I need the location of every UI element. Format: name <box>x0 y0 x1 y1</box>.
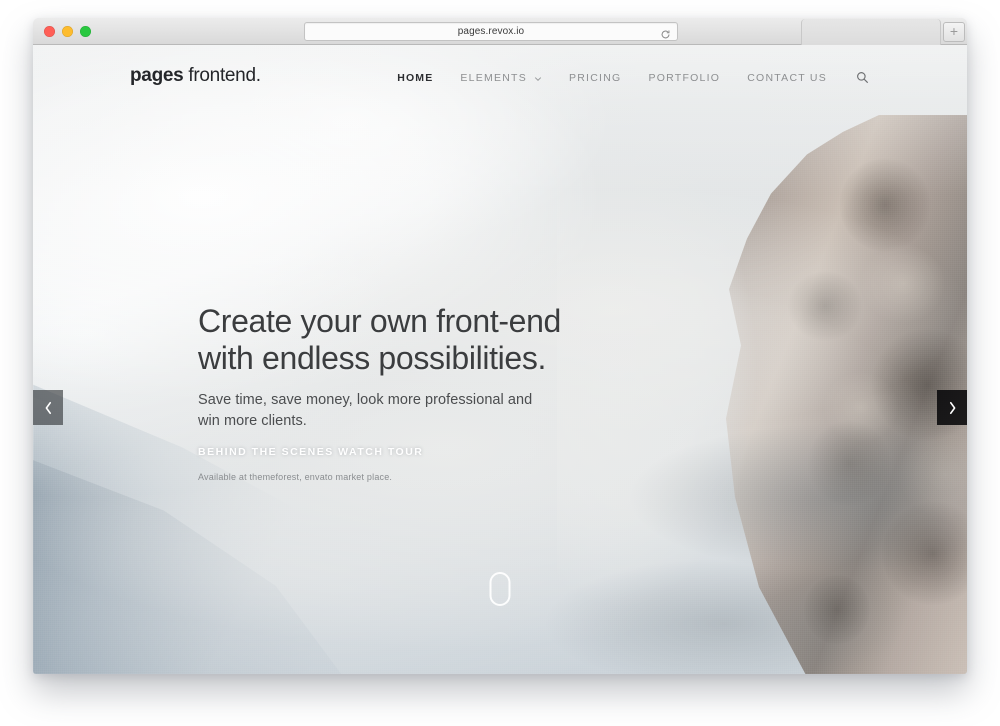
nav-item-contact-us-label: CONTACT US <box>747 71 827 84</box>
address-bar[interactable]: pages.revox.io <box>304 22 678 41</box>
carousel-next-button[interactable] <box>937 390 967 425</box>
search-icon[interactable] <box>856 71 869 84</box>
maximize-window-button[interactable] <box>80 26 91 37</box>
logo-bold-text: pages <box>130 65 184 86</box>
main-menu: HOME ELEMENTS PRICING PORTFOLIO CONTACT … <box>397 71 869 84</box>
site-header: pages frontend. HOME ELEMENTS PRICING PO… <box>33 45 967 111</box>
nav-item-home-label: HOME <box>397 71 434 84</box>
nav-item-portfolio[interactable]: PORTFOLIO <box>648 72 720 84</box>
hero-subheading: Save time, save money, look more profess… <box>198 392 533 429</box>
nav-item-elements-label: ELEMENTS <box>460 71 527 84</box>
hero-fine-print: Available at themeforest, envato market … <box>198 472 393 483</box>
mouse-scroll-indicator[interactable] <box>489 572 511 606</box>
nav-item-home[interactable]: HOME <box>397 72 433 84</box>
browser-window: pages.revox.io + pages frontend. HOME EL… <box>33 18 967 674</box>
logo-light-text: frontend. <box>183 65 261 86</box>
tab-strip <box>801 19 941 45</box>
hero-heading: Create your own front-end with endless p… <box>198 303 618 377</box>
site-logo[interactable]: pages frontend. <box>130 65 261 87</box>
window-controls <box>44 26 91 37</box>
carousel-prev-button[interactable] <box>33 390 63 425</box>
screenshot-root: pages.revox.io + pages frontend. HOME EL… <box>0 0 1000 726</box>
new-tab-button[interactable]: + <box>943 22 965 42</box>
nav-item-pricing[interactable]: PRICING <box>569 72 622 84</box>
url-text: pages.revox.io <box>457 26 525 37</box>
page-viewport: pages frontend. HOME ELEMENTS PRICING PO… <box>33 45 967 674</box>
minimize-window-button[interactable] <box>62 26 73 37</box>
hero-cta-link[interactable]: BEHIND THE SCENES WATCH TOUR <box>198 446 423 458</box>
hero-heading-line-2: with endless possibilities. <box>198 340 547 377</box>
browser-titlebar: pages.revox.io + <box>33 18 967 45</box>
chevron-left-icon <box>45 401 51 414</box>
chevron-down-icon <box>534 74 542 82</box>
reload-icon[interactable] <box>660 27 671 38</box>
hero-content: Create your own front-end with endless p… <box>198 303 618 482</box>
nav-item-contact-us[interactable]: CONTACT US <box>747 72 827 84</box>
chevron-right-icon <box>949 401 955 414</box>
hero-heading-line-1: Create your own front-end <box>198 303 562 339</box>
close-window-button[interactable] <box>44 26 55 37</box>
nav-item-elements[interactable]: ELEMENTS <box>460 72 542 84</box>
nav-item-portfolio-label: PORTFOLIO <box>648 71 721 84</box>
nav-item-pricing-label: PRICING <box>568 71 622 84</box>
